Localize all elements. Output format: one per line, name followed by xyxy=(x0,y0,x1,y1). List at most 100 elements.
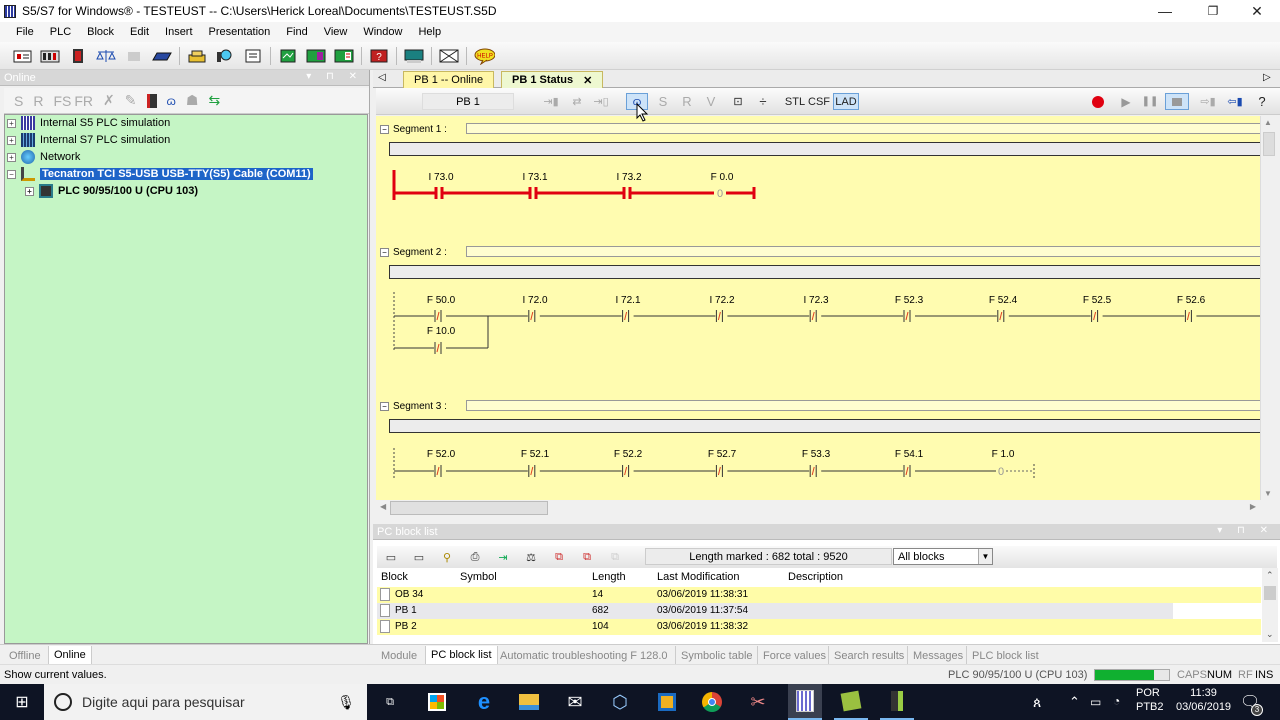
microphone-icon[interactable]: 🎙 xyxy=(337,694,355,711)
tab-force-values[interactable]: Force values xyxy=(757,646,831,665)
tree-item-s5-simulation[interactable]: + Internal S5 PLC simulation xyxy=(7,115,170,131)
block-row[interactable]: PB 1 682 03/06/2019 11:37:54 xyxy=(377,603,1173,619)
segment-1-title-field[interactable] xyxy=(466,123,1260,134)
glasses-icon[interactable]: ɷ xyxy=(167,94,176,108)
save-import-icon[interactable]: ⇦▮ xyxy=(1224,93,1246,110)
paste-icon[interactable]: ⧉ xyxy=(576,548,598,566)
store-icon[interactable] xyxy=(425,690,449,714)
expand-icon[interactable]: + xyxy=(7,118,16,128)
collapse-icon[interactable]: − xyxy=(7,169,16,179)
block-list-scrollbar[interactable]: ⌃ ⌄ xyxy=(1262,568,1278,642)
menu-insert[interactable]: Insert xyxy=(157,26,201,38)
nc-contact[interactable] xyxy=(1184,310,1197,322)
menu-help[interactable]: Help xyxy=(410,26,449,38)
tab-module[interactable]: Module xyxy=(376,646,422,665)
pause-icon[interactable]: ❚❚ xyxy=(1142,93,1159,110)
scroll-down-icon[interactable]: ▼ xyxy=(1264,489,1272,498)
print-preview-icon[interactable] xyxy=(242,47,264,65)
column-last-modification[interactable]: Last Modification xyxy=(657,571,740,583)
tree-item-s7-simulation[interactable]: + Internal S7 PLC simulation xyxy=(7,132,170,148)
chevron-down-icon[interactable]: ▼ xyxy=(978,549,992,564)
copy-icon[interactable]: ⧉ xyxy=(548,548,570,566)
wifi-icon[interactable]: ◔ xyxy=(1113,694,1120,708)
minimize-button[interactable]: — xyxy=(1142,0,1188,22)
cpu-icon[interactable] xyxy=(146,93,157,108)
branch-icon[interactable]: ⊡ xyxy=(730,93,746,110)
menu-view[interactable]: View xyxy=(316,26,356,38)
help-button[interactable]: ? xyxy=(1256,93,1268,110)
column-block[interactable]: Block xyxy=(381,571,408,583)
restore-button[interactable]: ❐ xyxy=(1190,0,1236,22)
divide-icon[interactable]: ÷ xyxy=(756,93,770,110)
menu-window[interactable]: Window xyxy=(355,26,410,38)
tab-pb1-online[interactable]: PB 1 -- Online xyxy=(403,71,495,88)
collapse-icon[interactable]: − xyxy=(380,401,389,411)
tab-scroll-right-icon[interactable]: ▷ xyxy=(1263,72,1271,83)
nc-contact-parallel[interactable] xyxy=(434,342,446,354)
collapse-icon[interactable]: − xyxy=(380,124,389,134)
clock[interactable]: 11:39 03/06/2019 xyxy=(1176,687,1231,713)
nc-contact[interactable] xyxy=(434,465,446,477)
diagnostics-icon[interactable]: ? xyxy=(368,47,390,65)
refresh-icon[interactable]: ⇆ xyxy=(208,92,220,109)
panel-controls[interactable]: ▾ ⊓ ✕ xyxy=(306,71,363,82)
segment-1-comment-field[interactable] xyxy=(389,142,1260,156)
close-button[interactable]: ✕ xyxy=(1234,0,1280,22)
nc-contact[interactable] xyxy=(715,310,728,322)
csf-button[interactable]: CSF xyxy=(808,93,830,110)
nc-contact[interactable] xyxy=(621,310,634,322)
ladder-horizontal-scrollbar[interactable]: ◀ ▶ xyxy=(376,500,1260,516)
nc-contact[interactable] xyxy=(527,310,540,322)
tab-messages[interactable]: Messages xyxy=(907,646,968,665)
menu-block[interactable]: Block xyxy=(79,26,122,38)
ladder-editor[interactable]: − Segment 1 : 0 I 73.0 I 73.1 I 73.2 F 0… xyxy=(376,116,1260,500)
mail-icon[interactable] xyxy=(438,47,460,65)
fr-button[interactable]: FR xyxy=(74,93,93,109)
expand-icon[interactable]: + xyxy=(7,152,16,162)
status-monitor-icon[interactable] xyxy=(277,47,299,65)
nc-contact[interactable] xyxy=(715,465,728,477)
nc-contact[interactable] xyxy=(903,310,915,322)
open-block-icon[interactable] xyxy=(39,47,61,65)
segment-3-title-field[interactable] xyxy=(466,400,1260,411)
stop-icon[interactable]: ✗ xyxy=(103,92,115,109)
tab-pc-block-list[interactable]: PC block list xyxy=(425,646,498,665)
menu-presentation[interactable]: Presentation xyxy=(201,26,279,38)
new-block-icon[interactable] xyxy=(11,47,33,65)
nc-contact[interactable] xyxy=(809,310,822,322)
record-icon[interactable] xyxy=(1092,96,1104,108)
tab-pb1-status[interactable]: PB 1 Status ✕ xyxy=(501,71,604,88)
block-row[interactable]: OB 34 14 03/06/2019 11:38:31 xyxy=(377,587,1261,603)
nc-contact[interactable] xyxy=(809,465,822,477)
tab-symbolic-table[interactable]: Symbolic table xyxy=(675,646,758,665)
collapse-icon[interactable]: − xyxy=(380,247,389,257)
nc-contact[interactable] xyxy=(527,465,540,477)
tab-plc-block-list[interactable]: PLC block list xyxy=(966,646,1044,665)
scroll-up-icon[interactable]: ⌃ xyxy=(1266,570,1274,581)
scroll-thumb[interactable] xyxy=(1264,586,1276,600)
nc-contact[interactable] xyxy=(434,310,446,322)
tab-scroll-left-icon[interactable]: ◁ xyxy=(378,72,386,83)
snipping-tool-icon[interactable]: ✂ xyxy=(746,690,770,714)
tab-online[interactable]: Online xyxy=(48,646,92,665)
menu-edit[interactable]: Edit xyxy=(122,26,157,38)
block-filter-select[interactable]: All blocks ▼ xyxy=(893,548,993,565)
segment-2-title-field[interactable] xyxy=(466,246,1260,257)
transfer-icon[interactable]: ⇥ xyxy=(492,548,514,566)
nc-contact[interactable] xyxy=(903,465,915,477)
find-icon[interactable]: ⚲ xyxy=(436,548,458,566)
fs-button[interactable]: FS xyxy=(53,93,71,109)
scroll-up-icon[interactable]: ▲ xyxy=(1264,118,1272,127)
menu-file[interactable]: File xyxy=(8,26,42,38)
stl-button[interactable]: STL xyxy=(784,93,806,110)
help-bubble-icon[interactable]: HELP xyxy=(473,47,495,65)
tab-search-results[interactable]: Search results xyxy=(828,646,909,665)
tab-automatic-troubleshooting[interactable]: Automatic troubleshooting F 128.0 xyxy=(495,646,673,665)
terminal-icon[interactable] xyxy=(403,47,425,65)
scroll-down-icon[interactable]: ⌄ xyxy=(1266,629,1274,640)
task-view-icon[interactable]: ⧉ xyxy=(378,690,402,714)
column-symbol[interactable]: Symbol xyxy=(460,571,497,583)
network-search-icon[interactable] xyxy=(214,47,236,65)
trend-icon[interactable] xyxy=(333,47,355,65)
menu-find[interactable]: Find xyxy=(278,26,315,38)
